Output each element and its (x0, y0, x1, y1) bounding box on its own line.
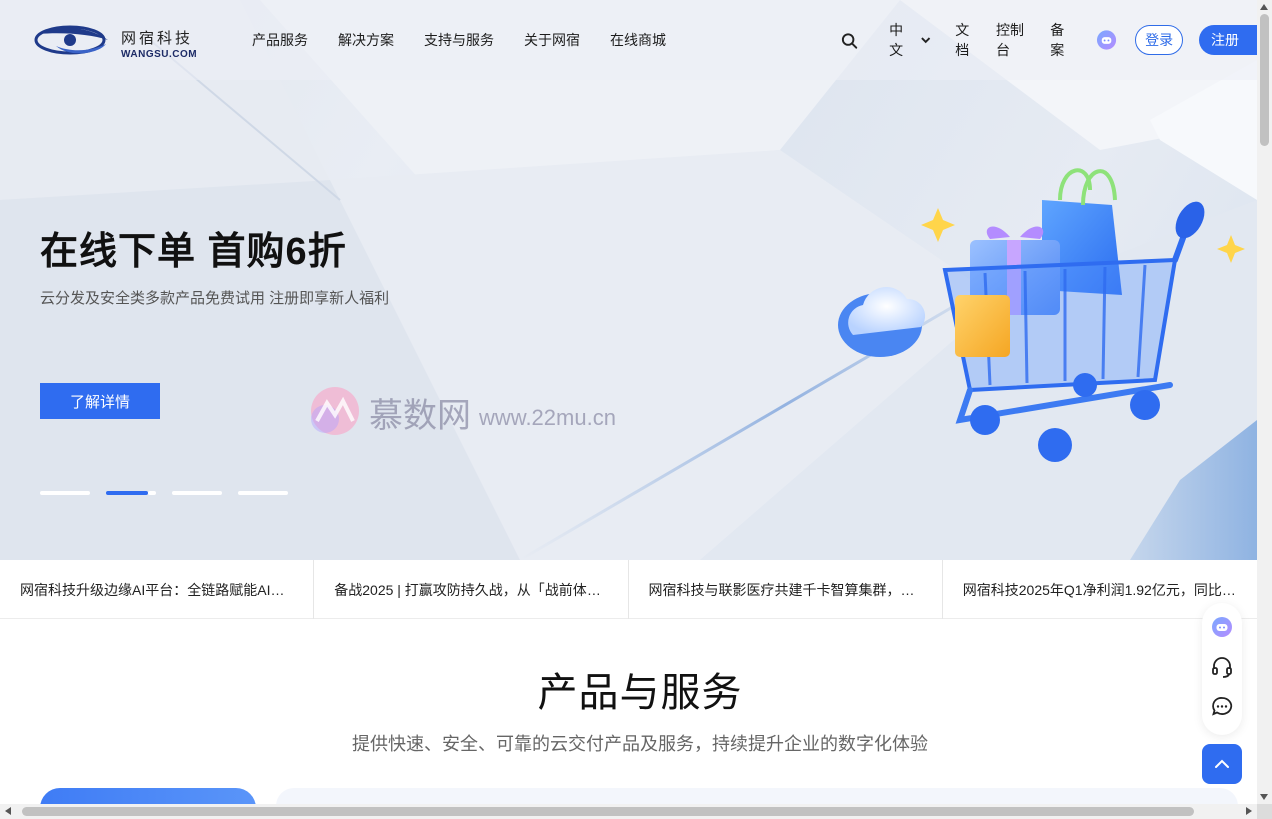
hero-banner: 在线下单 首购6折 云分发及安全类多款产品免费试用 注册即享新人福利 了解详情 … (0, 0, 1257, 560)
news-ticker: 网宿科技升级边缘AI平台：全链路赋能AIGC应用落地 备战2025 | 打赢攻防… (0, 560, 1257, 619)
brand-logo[interactable]: 网宿科技 WANGSU.COM (34, 22, 209, 60)
brand-wordmark: 网宿科技 WANGSU.COM (121, 27, 197, 60)
watermark: 慕数网 www.22mu.cn (303, 385, 616, 439)
learn-more-button[interactable]: 了解详情 (40, 383, 160, 419)
watermark-logo-icon (311, 387, 359, 435)
news-text: 网宿科技与联影医疗共建千卡智算集群，加速医疗AI创新 (648, 581, 922, 598)
news-text: 网宿科技升级边缘AI平台：全链路赋能AIGC应用落地 (20, 581, 293, 598)
ai-assistant-icon[interactable] (1096, 29, 1117, 51)
news-text: 备战2025 | 打赢攻防持久战，从「战前体检」开始 (334, 581, 607, 598)
nav-store[interactable]: 在线商城 (610, 30, 666, 50)
carousel-dot-3[interactable] (172, 491, 222, 495)
carousel-dot-2-progress (148, 491, 156, 495)
console-link[interactable]: 控制台 (996, 20, 1036, 60)
vertical-scrollbar[interactable] (1257, 0, 1272, 804)
scroll-right-arrow-icon[interactable] (1246, 807, 1252, 815)
nav-support[interactable]: 支持与服务 (424, 30, 494, 50)
header-tools: 中文 文档 控制台 备案 登录 注册 (840, 22, 1257, 58)
watermark-name: 慕数网 (369, 395, 471, 436)
news-item[interactable]: 备战2025 | 打赢攻防持久战，从「战前体检」开始 (314, 560, 629, 619)
hero-subtitle: 云分发及安全类多款产品免费试用 注册即享新人福利 (40, 290, 390, 307)
arrow-up-icon (1215, 759, 1229, 768)
news-item[interactable]: 网宿科技升级边缘AI平台：全链路赋能AIGC应用落地 (0, 560, 315, 619)
brand-name-cn: 网宿科技 (121, 29, 194, 47)
scroll-left-arrow-icon[interactable] (5, 807, 11, 815)
shopping-cart-illustration (838, 168, 1245, 462)
carousel-dot-2-active[interactable] (106, 491, 148, 495)
horizontal-scrollbar[interactable] (0, 804, 1257, 819)
main-nav: 产品服务 解决方案 支持与服务 关于网宿 在线商城 (252, 30, 696, 50)
nav-solutions[interactable]: 解决方案 (338, 30, 394, 50)
headset-icon[interactable] (1210, 655, 1234, 679)
chat-bubble-icon[interactable] (1210, 695, 1234, 719)
scrollbar-corner (1257, 804, 1272, 819)
carousel-dot-1[interactable] (40, 491, 90, 495)
news-item[interactable]: 网宿科技与联影医疗共建千卡智算集群，加速医疗AI创新 (629, 560, 943, 619)
horizontal-scroll-thumb[interactable] (22, 807, 1194, 816)
news-text: 网宿科技2025年Q1净利润1.92亿元，同比增长 (962, 581, 1237, 598)
filing-link[interactable]: 备案 (1050, 20, 1077, 60)
section-subtitle: 提供快速、安全、可靠的云交付产品及服务，持续提升企业的数字化体验 (352, 734, 928, 754)
carousel-dot-4[interactable] (238, 491, 288, 495)
scroll-down-arrow-icon[interactable] (1260, 794, 1268, 800)
wangsu-logo-icon (34, 25, 108, 55)
vertical-scroll-thumb[interactable] (1260, 14, 1269, 146)
nav-products[interactable]: 产品服务 (252, 30, 308, 50)
floating-toolbar (1202, 603, 1242, 735)
login-button[interactable]: 登录 (1135, 25, 1184, 55)
carousel-indicators (40, 491, 304, 495)
scroll-up-arrow-icon[interactable] (1260, 4, 1268, 10)
ai-assistant-icon[interactable] (1210, 615, 1234, 639)
docs-link[interactable]: 文档 (955, 20, 982, 60)
language-selector[interactable]: 中文 (889, 20, 931, 60)
language-label: 中文 (889, 22, 904, 58)
back-to-top-button[interactable] (1202, 744, 1242, 784)
top-navbar: 网宿科技 WANGSU.COM 产品服务 解决方案 支持与服务 关于网宿 在线商… (0, 0, 1257, 80)
nav-about[interactable]: 关于网宿 (524, 30, 580, 50)
register-button[interactable]: 注册 (1199, 25, 1257, 55)
watermark-url: www.22mu.cn (479, 405, 616, 430)
chevron-down-icon (921, 37, 931, 44)
section-title: 产品与服务 (537, 671, 743, 715)
search-icon[interactable] (840, 31, 859, 51)
brand-name-en: WANGSU.COM (121, 49, 198, 60)
hero-title: 在线下单 首购6折 (40, 231, 347, 273)
